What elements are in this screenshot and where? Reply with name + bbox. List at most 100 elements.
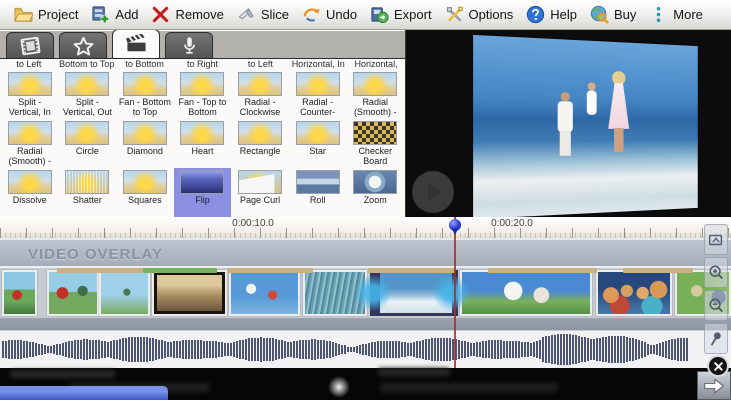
transition-checker-board[interactable]: Checker Board [346,119,404,168]
transition-duration-bar[interactable] [57,268,143,273]
waveform-bar [647,344,649,356]
waveform-bar [686,338,688,361]
transition-split-vertical-in[interactable]: Split - Vertical, In [1,70,59,119]
waveform-bar [107,342,109,357]
waveform-bar [470,343,472,356]
zoom-in-button[interactable] [704,257,728,288]
waveform-bar [635,339,637,360]
waveform-bar [416,341,418,357]
toolbar-button-label: Remove [175,7,223,22]
close-button[interactable] [707,355,729,377]
transition-page-curl[interactable]: Page Curl [231,168,289,217]
tab-star[interactable] [59,32,107,58]
transition-radial-smooth[interactable]: Radial (Smooth) - [346,70,404,119]
toolbar-button-export[interactable]: Export [370,5,432,24]
waveform-bar [587,338,589,360]
clip-kidsred2[interactable] [47,270,99,316]
toolbar-button-add[interactable]: Add [91,5,138,24]
waveform-bar [245,339,247,360]
toolbar-button-help[interactable]: Help [526,5,577,24]
faded-text-block [380,383,558,392]
transition-thumbnail [65,121,109,145]
transition-roll[interactable]: Roll [289,168,347,217]
waveform-bar [629,338,631,362]
waveform-bar [524,342,526,357]
transition-diamond[interactable]: Diamond [116,119,174,168]
toolbar-button-buy[interactable]: Buy [590,5,636,24]
transition-radial-smooth[interactable]: Radial (Smooth) - [1,119,59,168]
waveform-bar [446,338,448,361]
waveform-bar [68,341,70,358]
pin-button[interactable] [704,323,728,354]
transition-thumbnail [296,121,340,145]
video-preview[interactable] [405,30,731,217]
transition-split-vertical-out[interactable]: Split - Vertical, Out [59,70,117,119]
clip-selected-beach[interactable] [370,270,458,316]
transition-glow-left [354,274,392,312]
playhead-pin[interactable] [449,219,461,231]
waveform-bar [674,339,676,360]
transition-fan-bottom-to-top[interactable]: Fan - Bottom to Top [116,70,174,119]
transition-duration-bar[interactable] [623,268,693,273]
video-track[interactable] [0,268,731,318]
preview-frame [473,35,698,217]
audio-track-header[interactable] [0,318,731,331]
transition-squares[interactable]: Squares [116,168,174,217]
transition-duration-bar[interactable] [488,268,597,273]
toolbar-button-options[interactable]: Options [445,5,514,24]
transition-duration-bar[interactable] [368,268,455,273]
waveform-bar [557,334,559,365]
waveform-bar [227,343,229,356]
transition-dissolve[interactable]: Dissolve [1,168,59,217]
transition-flip-selected[interactable]: Flip [174,168,232,217]
video-overlay-track[interactable]: VIDEO OVERLAY [0,238,731,268]
transitions-list[interactable]: to LeftBottom to Topto Bottomto Rightto … [0,58,405,218]
tab-clapperboard[interactable] [112,29,160,58]
transition-radial-counter[interactable]: Radial - Counter- [289,70,347,119]
transition-circle[interactable]: Circle [59,119,117,168]
timeline-ruler[interactable]: 0:00:10.00:00:20.0 [0,217,731,239]
clip-fieldblue[interactable] [99,270,150,316]
transition-partial-label: Horizontal, In [289,59,347,70]
notification-bar[interactable] [0,386,168,400]
waveform-bar [575,335,577,364]
clip-kidsred[interactable] [2,270,37,316]
waveform-bar [62,343,64,357]
waveform-bar [515,341,517,358]
transition-zoom[interactable]: Zoom [346,168,404,217]
waveform-bar [293,341,295,357]
clip-park[interactable] [460,270,592,316]
transition-star[interactable]: Star [289,119,347,168]
toolbar-button-undo[interactable]: Undo [302,5,357,24]
clip-group[interactable] [596,270,672,316]
toolbar-button-more[interactable]: More [649,5,703,24]
zoom-in-icon [707,264,725,282]
frame-button[interactable] [704,224,728,255]
clip-thumbnail [598,272,670,314]
transition-name: Radial (Smooth) - [2,146,58,166]
waveform-bar [71,341,73,359]
transition-duration-bar[interactable] [227,268,313,273]
waveform-bar [566,334,568,365]
toolbar-button-remove[interactable]: Remove [151,5,223,24]
clip-planes[interactable] [229,270,300,316]
tab-filmstrip[interactable] [6,32,54,58]
play-button[interactable] [412,171,454,213]
zoom-out-button[interactable] [704,290,728,321]
toolbar-button-slice[interactable]: Slice [237,5,289,24]
tab-microphone[interactable] [165,32,213,58]
transition-fan-top-to-bottom[interactable]: Fan - Top to Bottom [174,70,232,119]
waveform-bar [332,342,334,357]
transition-shatter[interactable]: Shatter [59,168,117,217]
transition-radial-clockwise[interactable]: Radial - Clockwise [231,70,289,119]
transition-rectangle[interactable]: Rectangle [231,119,289,168]
transition-heart[interactable]: Heart [174,119,232,168]
transition-duration-bar[interactable] [143,268,217,273]
audio-waveform-track[interactable] [0,331,731,368]
clip-sepia[interactable] [152,270,227,316]
waveform-bar [89,340,91,360]
transition-name: Diamond [117,146,173,156]
toolbar-button-project[interactable]: Project [14,5,78,24]
waveform-bar [404,342,406,356]
waveform-bar [659,343,661,357]
